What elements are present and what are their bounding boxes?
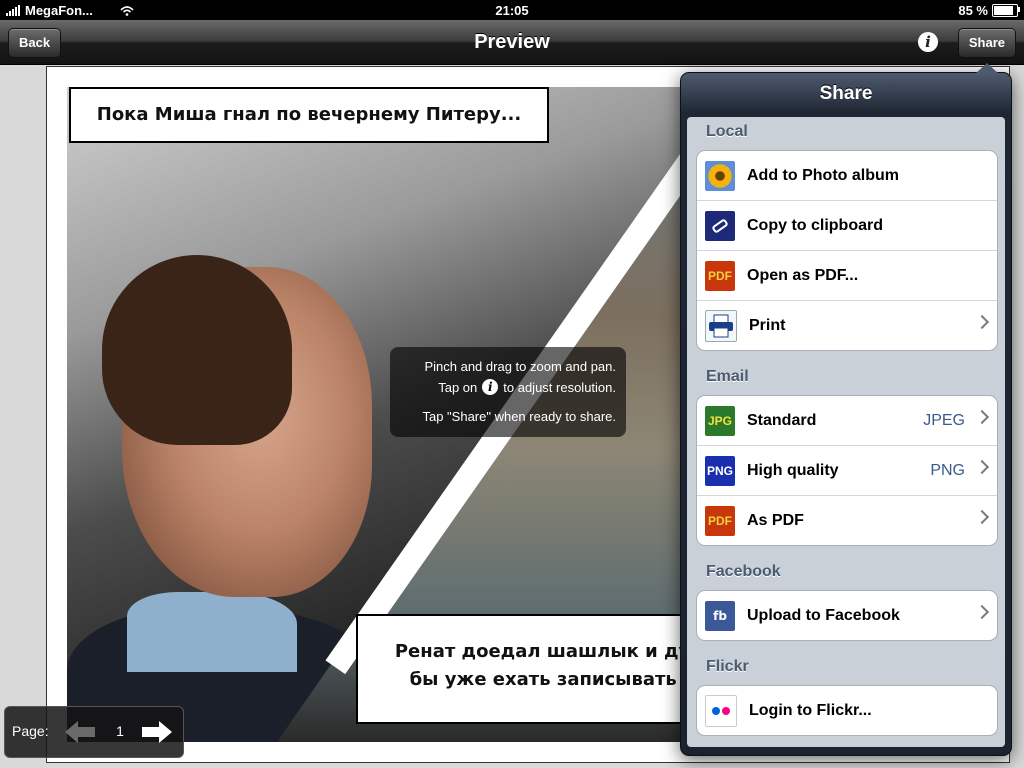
section-header-email: Email — [706, 368, 749, 385]
hint-line-3: Tap "Share" when ready to share. — [422, 409, 616, 424]
status-bar: MegaFon... 21:05 85 % — [0, 0, 1024, 20]
status-time: 21:05 — [495, 3, 529, 18]
row-label: High quality — [747, 461, 839, 479]
page-title: Preview — [474, 31, 550, 53]
section-header-facebook: Facebook — [706, 563, 781, 580]
jpg-icon: JPG — [705, 405, 735, 436]
person-collar — [127, 592, 297, 672]
popover-arrow — [975, 63, 999, 74]
group-local: Add to Photo album Copy to clipboard PDF… — [696, 150, 998, 351]
battery-icon — [992, 4, 1020, 17]
copy-to-clipboard-row[interactable]: Copy to clipboard — [697, 201, 997, 251]
page-control: Page: 1 — [4, 706, 184, 758]
group-flickr: Login to Flickr... — [696, 685, 998, 736]
chevron-right-icon — [974, 509, 990, 525]
row-label: Print — [749, 316, 786, 334]
previous-page-arrow-icon[interactable] — [63, 719, 97, 745]
next-page-arrow-icon[interactable] — [140, 719, 174, 745]
printer-icon — [705, 309, 737, 342]
pdf-icon: PDF — [705, 505, 735, 536]
caption-top: Пока Миша гнал по вечернему Питеру... — [69, 87, 549, 143]
help-hint: Pinch and drag to zoom and pan. Tap on i… — [390, 347, 626, 437]
print-row[interactable]: Print — [697, 301, 997, 350]
photo-album-icon — [705, 160, 735, 191]
chevron-right-icon — [974, 314, 990, 330]
info-icon[interactable]: i — [918, 32, 938, 52]
clipboard-icon — [705, 210, 735, 241]
add-to-photo-album-row[interactable]: Add to Photo album — [697, 151, 997, 201]
navigation-bar: Back Preview i Share — [0, 20, 1024, 65]
row-detail: PNG — [930, 461, 965, 479]
flickr-icon — [705, 694, 737, 727]
section-header-flickr: Flickr — [706, 658, 749, 675]
hint-line-2: Tap on i to adjust resolution. — [438, 379, 616, 395]
hint-line-1: Pinch and drag to zoom and pan. — [424, 359, 616, 374]
page-number: 1 — [116, 723, 124, 739]
info-icon: i — [482, 379, 499, 395]
pdf-icon: PDF — [705, 260, 735, 291]
png-icon: PNG — [705, 455, 735, 486]
email-standard-row[interactable]: JPG Standard JPEG — [697, 396, 997, 446]
chevron-right-icon — [974, 459, 990, 475]
hint-line-2-end: to adjust resolution. — [503, 379, 616, 395]
group-email: JPG Standard JPEG PNG High quality PNG P… — [696, 395, 998, 546]
chevron-right-icon — [974, 409, 990, 425]
row-label: Open as PDF... — [747, 266, 859, 284]
facebook-icon: fb — [705, 600, 735, 631]
login-to-flickr-row[interactable]: Login to Flickr... — [697, 686, 997, 735]
popover-title: Share — [819, 83, 873, 104]
email-high-quality-row[interactable]: PNG High quality PNG — [697, 446, 997, 496]
row-label: Copy to clipboard — [747, 216, 883, 234]
row-label: Upload to Facebook — [747, 606, 900, 624]
chevron-right-icon — [974, 604, 990, 620]
row-label: Add to Photo album — [747, 166, 899, 184]
section-header-local: Local — [706, 123, 748, 140]
hint-line-2-start: Tap on — [438, 379, 478, 395]
row-label: Standard — [747, 411, 817, 429]
person-hair — [102, 255, 292, 445]
row-label: As PDF — [747, 511, 804, 529]
share-options-list[interactable]: Local Add to Photo album Copy to clipboa… — [687, 117, 1005, 747]
group-facebook: fb Upload to Facebook — [696, 590, 998, 641]
status-right: 85 % — [958, 3, 1020, 18]
row-detail: JPEG — [923, 411, 965, 429]
open-as-pdf-row[interactable]: PDF Open as PDF... — [697, 251, 997, 301]
upload-to-facebook-row[interactable]: fb Upload to Facebook — [697, 591, 997, 640]
battery-percent: 85 % — [958, 3, 988, 18]
row-label: Login to Flickr... — [749, 701, 872, 719]
share-button[interactable]: Share — [957, 28, 1016, 58]
share-popover: Share Local Add to Photo album Copy to c… — [680, 63, 1012, 756]
email-as-pdf-row[interactable]: PDF As PDF — [697, 496, 997, 545]
page-label: Page: — [12, 723, 49, 739]
